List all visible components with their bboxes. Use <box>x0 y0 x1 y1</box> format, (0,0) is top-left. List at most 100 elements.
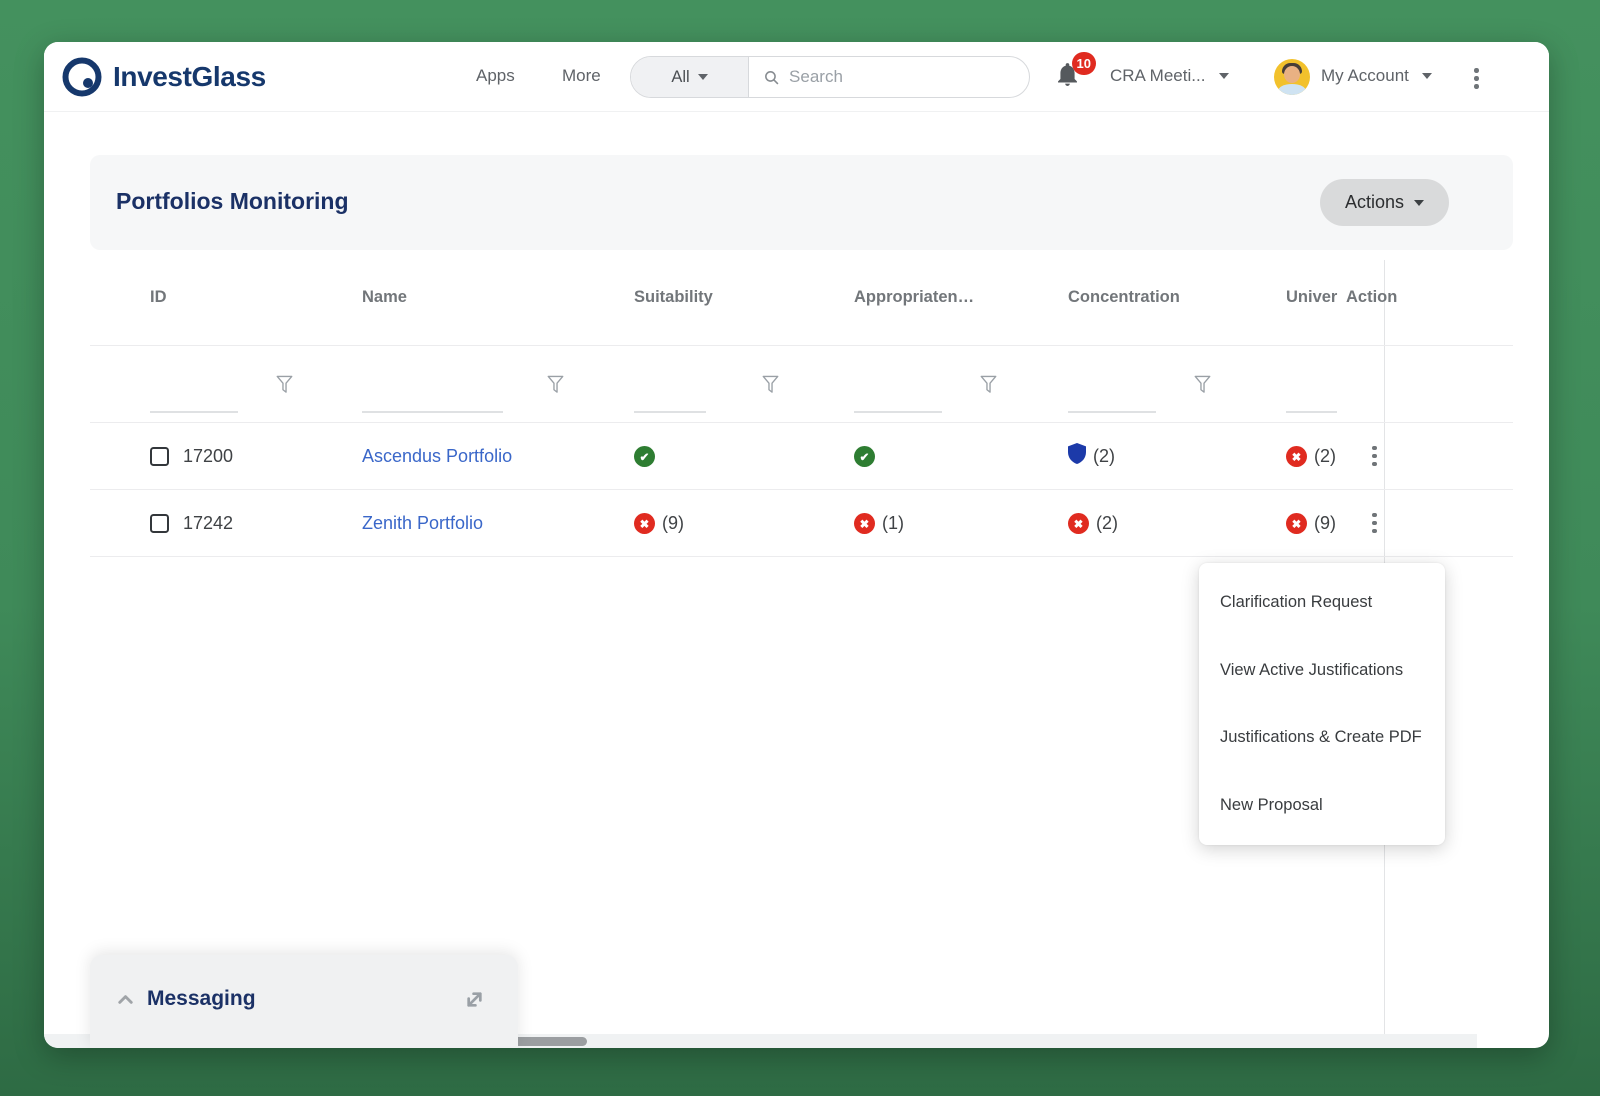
filter-icon[interactable] <box>980 375 997 394</box>
id-cell: 17242 <box>150 513 362 534</box>
actions-button[interactable]: Actions <box>1320 179 1449 226</box>
nav-more[interactable]: More <box>562 66 601 86</box>
status-icon: ✔ <box>634 445 655 468</box>
status-icon: ✔ <box>854 445 875 468</box>
filter-cell-suitability <box>634 346 854 422</box>
workspace-selector[interactable]: CRA Meeti... <box>1110 66 1229 86</box>
chevron-down-icon <box>698 74 708 80</box>
filter-icon[interactable] <box>1194 375 1211 394</box>
my-account-label: My Account <box>1321 66 1409 86</box>
search-input[interactable] <box>789 67 1015 87</box>
row-actions-menu-button[interactable] <box>1368 442 1381 471</box>
status-icon: ✖ <box>854 512 875 535</box>
expand-icon[interactable] <box>459 984 490 1015</box>
messaging-title: Messaging <box>147 987 256 1011</box>
top-navbar: InvestGlass Apps More All 10 CRA Meeti..… <box>44 42 1549 112</box>
filter-cell-concentration <box>1068 346 1286 422</box>
page-header-panel: Portfolios Monitoring Actions <box>90 155 1513 250</box>
column-header-id[interactable]: ID <box>150 288 362 307</box>
global-search: All <box>630 56 1030 98</box>
concentration-filter-input[interactable] <box>1068 389 1156 413</box>
id-cell: 17200 <box>150 446 362 467</box>
concentration-status: (2) <box>1068 443 1286 469</box>
filter-icon[interactable] <box>762 375 779 394</box>
messaging-header: Messaging <box>90 955 518 1033</box>
filter-cell-action <box>1338 346 1513 422</box>
name-cell: Zenith Portfolio <box>362 513 634 534</box>
menu-item-clarification-request[interactable]: Clarification Request <box>1199 569 1445 637</box>
search-scope-select[interactable]: All <box>631 57 749 97</box>
investglass-logo-icon <box>60 55 104 99</box>
status-icon <box>1068 443 1086 469</box>
user-avatar[interactable] <box>1274 59 1310 95</box>
portfolios-table: ID Name Suitability Appropriaten… Concen… <box>90 250 1513 557</box>
column-header-name[interactable]: Name <box>362 288 634 307</box>
appropriateness-status: ✖ (1) <box>854 512 1068 535</box>
actions-label: Actions <box>1345 192 1404 213</box>
notifications-button[interactable]: 10 <box>1054 61 1084 93</box>
row-checkbox[interactable] <box>150 447 169 466</box>
row-actions-menu-button[interactable] <box>1368 509 1381 538</box>
concentration-status: ✖ (2) <box>1068 512 1286 535</box>
status-count: (9) <box>662 513 684 534</box>
menu-item-view-active-justifications[interactable]: View Active Justifications <box>1199 637 1445 705</box>
filter-cell-id <box>150 346 362 422</box>
menu-item-justifications-create-pdf[interactable]: Justifications & Create PDF <box>1199 704 1445 772</box>
portfolio-id: 17200 <box>183 446 233 467</box>
column-header-suitability[interactable]: Suitability <box>634 288 854 307</box>
brand-logo[interactable]: InvestGlass <box>60 55 266 99</box>
suitability-filter-input[interactable] <box>634 389 706 413</box>
filter-cell-universe <box>1286 346 1338 422</box>
status-count: (2) <box>1096 513 1118 534</box>
notification-count-badge: 10 <box>1072 52 1096 75</box>
column-header-action: Action <box>1338 288 1513 307</box>
status-count: (2) <box>1093 446 1115 467</box>
name-filter-input[interactable] <box>362 389 503 413</box>
app-window: InvestGlass Apps More All 10 CRA Meeti..… <box>44 42 1549 1048</box>
navbar-overflow-menu[interactable] <box>1470 64 1483 93</box>
filter-icon[interactable] <box>547 375 564 394</box>
filter-cell-name <box>362 346 634 422</box>
messaging-panel[interactable]: Messaging <box>90 955 518 1048</box>
column-header-concentration[interactable]: Concentration <box>1068 288 1286 307</box>
portfolio-link[interactable]: Zenith Portfolio <box>362 513 483 534</box>
table-filter-row <box>90 346 1513 423</box>
table-row: 17200 Ascendus Portfolio ✔ ✔ (2) ✖ (2) <box>90 423 1513 490</box>
status-icon: ✖ <box>1286 445 1307 468</box>
chevron-up-icon[interactable] <box>114 988 137 1011</box>
filter-icon[interactable] <box>276 375 293 394</box>
universe-status: ✖ (9) <box>1286 512 1338 535</box>
id-filter-input[interactable] <box>150 389 238 413</box>
portfolio-id: 17242 <box>183 513 233 534</box>
page-title: Portfolios Monitoring <box>116 188 349 215</box>
filter-cell-appropriateness <box>854 346 1068 422</box>
column-header-universe[interactable]: Univer <box>1286 288 1338 307</box>
universe-filter-input[interactable] <box>1286 389 1337 413</box>
appropriateness-status: ✔ <box>854 445 1068 468</box>
search-box <box>749 57 1029 97</box>
status-count: (1) <box>882 513 904 534</box>
menu-item-new-proposal[interactable]: New Proposal <box>1199 772 1445 840</box>
portfolio-link[interactable]: Ascendus Portfolio <box>362 446 512 467</box>
suitability-status: ✖ (9) <box>634 512 854 535</box>
universe-status: ✖ (2) <box>1286 445 1338 468</box>
workspace-label: CRA Meeti... <box>1110 66 1205 86</box>
my-account-menu[interactable]: My Account <box>1321 66 1432 86</box>
appropriateness-filter-input[interactable] <box>854 389 942 413</box>
row-actions-context-menu: Clarification Request View Active Justif… <box>1199 563 1445 845</box>
chevron-down-icon <box>1422 73 1432 79</box>
nav-apps[interactable]: Apps <box>476 66 515 86</box>
status-count: (2) <box>1314 446 1336 467</box>
status-count: (9) <box>1314 513 1336 534</box>
search-scope-label: All <box>671 68 689 87</box>
table-row: 17242 Zenith Portfolio ✖ (9) ✖ (1) ✖ (2)… <box>90 490 1513 557</box>
status-icon: ✖ <box>1286 512 1307 535</box>
chevron-down-icon <box>1219 73 1229 79</box>
suitability-status: ✔ <box>634 445 854 468</box>
name-cell: Ascendus Portfolio <box>362 446 634 467</box>
table-header-row: ID Name Suitability Appropriaten… Concen… <box>90 250 1513 346</box>
action-cell <box>1338 442 1513 471</box>
search-icon <box>763 68 780 87</box>
column-header-appropriateness[interactable]: Appropriaten… <box>854 288 1068 307</box>
row-checkbox[interactable] <box>150 514 169 533</box>
